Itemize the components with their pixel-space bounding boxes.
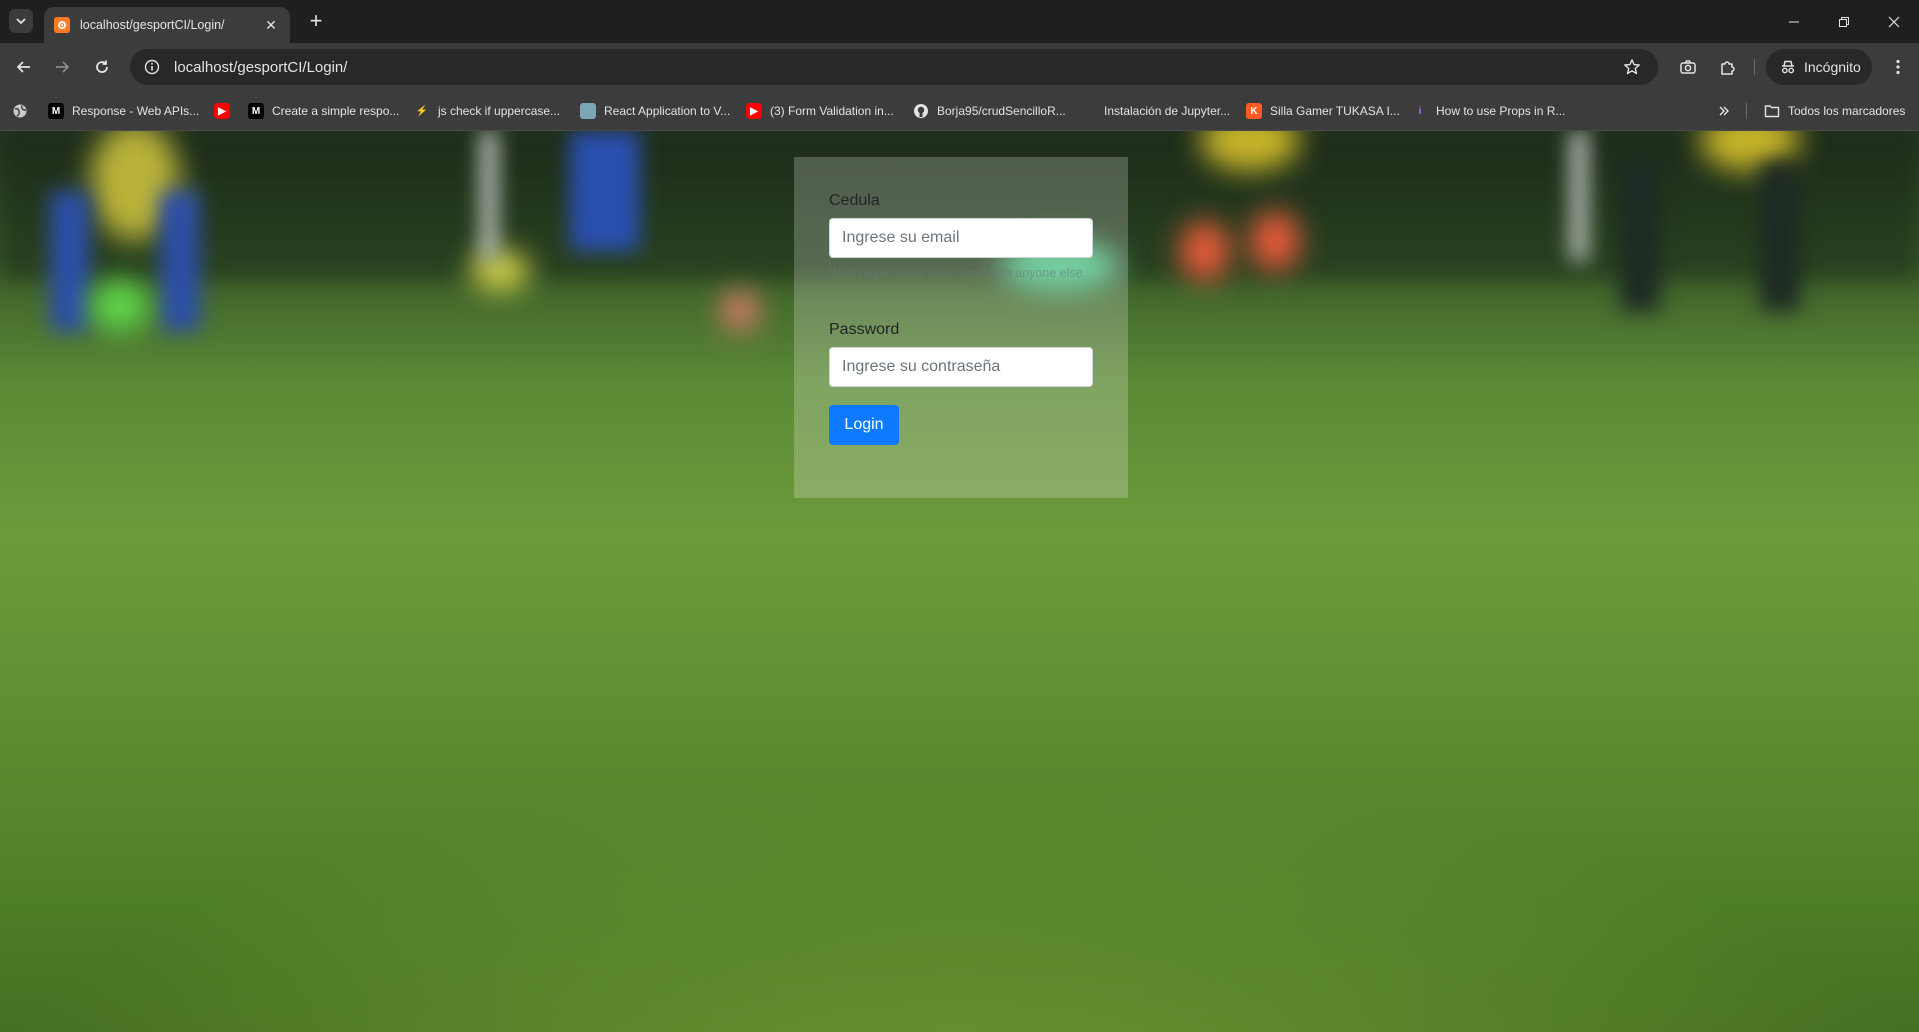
email-input[interactable] bbox=[829, 218, 1093, 258]
browser-toolbar: localhost/gesportCI/Login/ Incógnito bbox=[0, 43, 1919, 91]
bg-cone bbox=[1180, 221, 1230, 281]
bookmark-item[interactable]: ▶ (3) Form Validation in... bbox=[746, 99, 894, 123]
bookmark-item[interactable]: Instalación de Jupyter... bbox=[1080, 99, 1230, 123]
bg-shoe bbox=[90, 281, 150, 331]
window-controls bbox=[1769, 0, 1919, 43]
back-button[interactable] bbox=[12, 55, 36, 79]
more-bookmarks-button[interactable] bbox=[1712, 99, 1736, 123]
active-tab[interactable]: ⚙ localhost/gesportCI/Login/ ✕ bbox=[44, 7, 290, 43]
bg-shoe bbox=[720, 291, 760, 331]
bookmark-label: Instalación de Jupyter... bbox=[1104, 104, 1231, 118]
github-icon bbox=[914, 104, 928, 118]
medium-icon: M bbox=[48, 103, 64, 119]
site-info-button[interactable] bbox=[134, 49, 170, 85]
more-vertical-icon bbox=[1896, 59, 1900, 75]
bg-ball bbox=[470, 251, 530, 291]
reload-button[interactable] bbox=[90, 55, 114, 79]
extensions-button[interactable] bbox=[1716, 55, 1740, 79]
chevron-down-icon bbox=[16, 18, 26, 25]
bookmark-label: (3) Form Validation in... bbox=[770, 104, 894, 118]
bookmark-label: How to use Props in R... bbox=[1436, 104, 1566, 118]
arrow-left-icon bbox=[16, 61, 30, 73]
bookmark-item[interactable]: React Application to V... bbox=[580, 99, 730, 123]
bookmark-apps[interactable] bbox=[12, 99, 28, 123]
bookmark-item[interactable]: Borja95/crudSencilloR... bbox=[913, 99, 1066, 123]
bookmark-label: Borja95/crudSencilloR... bbox=[937, 104, 1066, 118]
bookmark-item[interactable]: ▶ bbox=[214, 99, 238, 123]
youtube-icon: ▶ bbox=[746, 103, 762, 119]
password-group: Password bbox=[829, 321, 1093, 387]
password-input[interactable] bbox=[829, 347, 1093, 387]
bookmark-label: Silla Gamer TUKASA I... bbox=[1270, 104, 1400, 118]
reload-icon bbox=[96, 60, 108, 73]
url-text[interactable]: localhost/gesportCI/Login/ bbox=[174, 59, 1614, 76]
globe-icon bbox=[13, 104, 27, 118]
bookmark-item[interactable]: M Response - Web APIs... bbox=[48, 99, 199, 123]
page-icon bbox=[580, 103, 596, 119]
incognito-profile-button[interactable]: Incógnito bbox=[1766, 49, 1872, 85]
bg-player-leg bbox=[1620, 161, 1660, 311]
incognito-label: Incógnito bbox=[1804, 59, 1861, 75]
password-label: Password bbox=[829, 321, 900, 338]
xampp-favicon-icon: ⚙ bbox=[54, 17, 70, 33]
bg-goalpost bbox=[480, 131, 498, 261]
cedula-label: Cedula bbox=[829, 192, 880, 209]
restore-icon bbox=[1839, 16, 1849, 27]
bookmarks-bar: M Response - Web APIs... ▶ M Create a si… bbox=[0, 91, 1919, 131]
minimize-button[interactable] bbox=[1769, 0, 1819, 43]
screenshot-button[interactable] bbox=[1676, 55, 1700, 79]
info-circle-icon bbox=[144, 59, 160, 75]
bookmark-label: Response - Web APIs... bbox=[72, 104, 200, 118]
bookmark-star-button[interactable] bbox=[1614, 49, 1650, 85]
bookmark-item[interactable]: i How to use Props in R... bbox=[1412, 99, 1566, 123]
bookmarks-separator bbox=[1746, 103, 1747, 119]
bookmark-item[interactable]: M Create a simple respo... bbox=[248, 99, 399, 123]
medium-icon: M bbox=[248, 103, 264, 119]
youtube-icon: ▶ bbox=[214, 103, 230, 119]
minimize-icon bbox=[1789, 21, 1799, 22]
email-help-text: We'll never share your email with anyone… bbox=[829, 266, 1087, 280]
incognito-icon bbox=[1781, 60, 1795, 74]
all-bookmarks-label: Todos los marcadores bbox=[1788, 104, 1906, 118]
folder-icon bbox=[1764, 105, 1780, 118]
tab-search-button[interactable] bbox=[9, 9, 33, 33]
blank-icon bbox=[1080, 103, 1096, 119]
all-bookmarks-button[interactable]: Todos los marcadores bbox=[1764, 99, 1905, 123]
forward-button[interactable] bbox=[50, 55, 74, 79]
bg-player-sock bbox=[160, 191, 200, 331]
bg-player-shorts bbox=[570, 131, 640, 251]
tab-title: localhost/gesportCI/Login/ bbox=[80, 18, 225, 32]
login-button[interactable]: Login bbox=[829, 405, 899, 445]
new-tab-button[interactable]: + bbox=[304, 10, 328, 34]
browser-menu-button[interactable] bbox=[1886, 55, 1910, 79]
double-chevron-right-icon bbox=[1719, 106, 1729, 116]
camera-icon bbox=[1680, 60, 1696, 74]
close-tab-icon[interactable]: ✕ bbox=[262, 17, 280, 34]
arrow-right-icon bbox=[56, 61, 70, 73]
tab-strip: ⚙ localhost/gesportCI/Login/ ✕ + bbox=[0, 0, 1919, 43]
bookmark-label: js check if uppercase... bbox=[438, 104, 561, 118]
lightning-icon: ⚡ bbox=[415, 105, 429, 117]
restore-button[interactable] bbox=[1819, 0, 1869, 43]
info-icon: i bbox=[1418, 105, 1422, 117]
close-window-button[interactable] bbox=[1869, 0, 1919, 43]
bookmark-label: React Application to V... bbox=[604, 104, 731, 118]
login-card: Cedula We'll never share your email with… bbox=[794, 157, 1128, 498]
bg-player-sock bbox=[50, 191, 90, 331]
bg-player-leg bbox=[1760, 161, 1800, 311]
star-icon bbox=[1624, 59, 1640, 75]
page-viewport: Cedula We'll never share your email with… bbox=[0, 131, 1919, 1032]
bg-cone bbox=[1250, 211, 1300, 271]
bookmark-item[interactable]: ⚡ js check if uppercase... bbox=[414, 99, 560, 123]
puzzle-icon bbox=[1721, 61, 1735, 75]
toolbar-separator bbox=[1754, 59, 1755, 75]
k-icon: K bbox=[1246, 103, 1262, 119]
bookmark-item[interactable]: K Silla Gamer TUKASA I... bbox=[1246, 99, 1400, 123]
bookmark-label: Create a simple respo... bbox=[272, 104, 400, 118]
bg-goalpost bbox=[1570, 131, 1588, 261]
address-bar[interactable]: localhost/gesportCI/Login/ bbox=[130, 49, 1658, 85]
close-icon bbox=[1888, 16, 1900, 27]
